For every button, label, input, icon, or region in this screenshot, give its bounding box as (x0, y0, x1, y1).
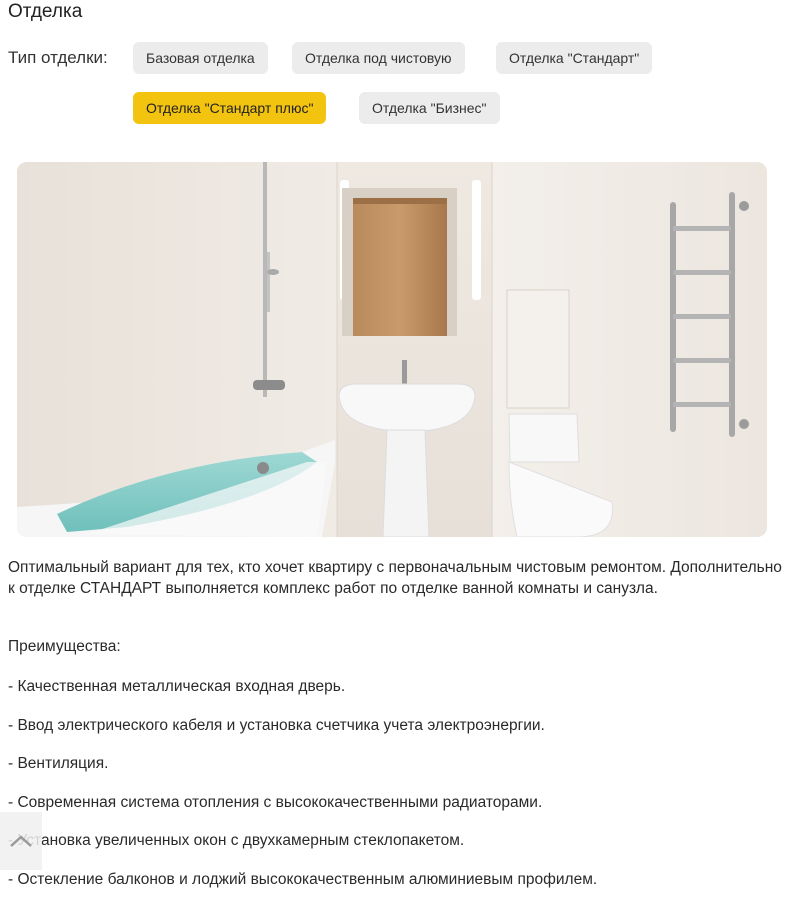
advantage-item: - Вентиляция. (8, 754, 597, 793)
advantages-list: - Качественная металлическая входная две… (8, 677, 597, 908)
bathroom-illustration (17, 162, 767, 537)
finish-type-label: Тип отделки: (8, 48, 108, 68)
finish-description: Оптимальный вариант для тех, кто хочет к… (8, 558, 783, 599)
advantage-item: - Ввод электрического кабеля и установка… (8, 716, 597, 755)
bathroom-photo (17, 162, 767, 537)
finish-option-standard[interactable]: Отделка "Стандарт" (496, 42, 652, 74)
finish-option-basic[interactable]: Базовая отделка (133, 42, 268, 74)
finish-option-business[interactable]: Отделка "Бизнес" (359, 92, 500, 124)
advantage-item: - Остекление балконов и лоджий высококач… (8, 870, 597, 908)
advantage-item: - Установка увеличенных окон с двухкамер… (8, 831, 597, 870)
chevron-up-icon (9, 834, 33, 848)
advantages-title: Преимущества: (8, 638, 121, 656)
advantage-item: - Современная система отопления с высоко… (8, 793, 597, 832)
finish-option-prefinish[interactable]: Отделка под чистовую (292, 42, 465, 74)
advantage-item: - Качественная металлическая входная две… (8, 677, 597, 716)
page-title: Отделка (8, 1, 82, 23)
finish-option-standard-plus[interactable]: Отделка "Стандарт плюс" (133, 92, 326, 124)
scroll-to-top-button[interactable] (0, 812, 42, 870)
